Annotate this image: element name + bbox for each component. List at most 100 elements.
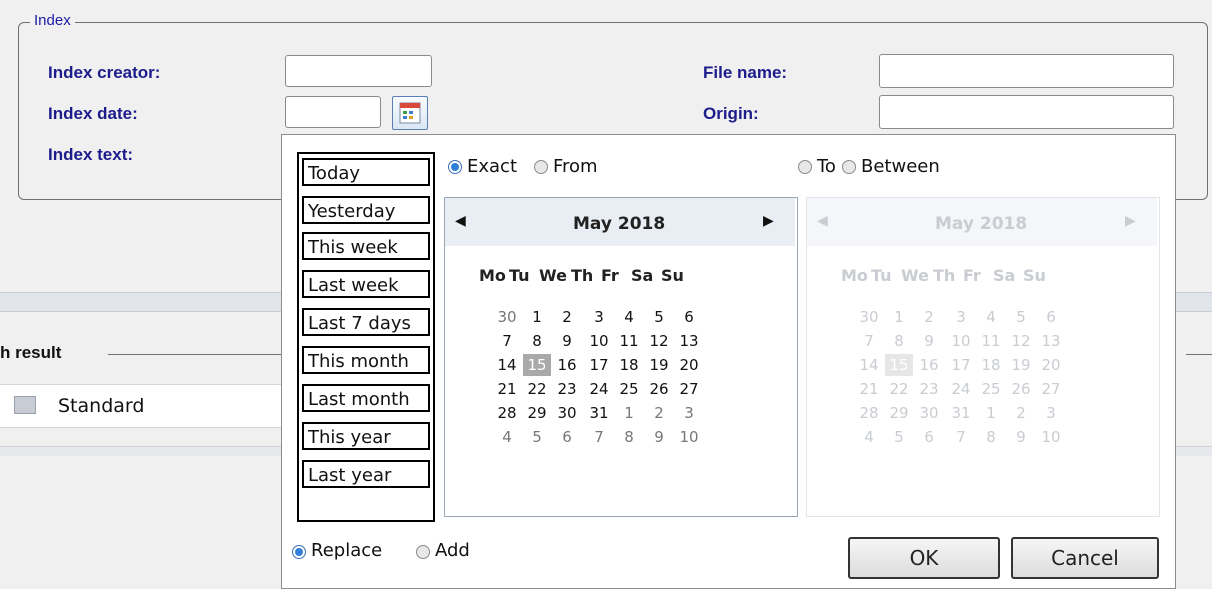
calendar-day: 16 bbox=[919, 356, 939, 374]
calendar-day: 31 bbox=[951, 404, 971, 422]
search-result-rule-right bbox=[1186, 354, 1212, 355]
calendar-day[interactable]: 2 bbox=[645, 404, 673, 422]
preset-last-month[interactable]: Last month bbox=[302, 384, 430, 412]
preset-last-year[interactable]: Last year bbox=[302, 460, 430, 488]
calendar-day[interactable]: 9 bbox=[553, 332, 581, 350]
calendar-day[interactable]: 3 bbox=[585, 308, 613, 326]
weekday-header: Fr bbox=[601, 266, 619, 285]
calendar-day: 30 bbox=[859, 308, 879, 326]
ok-button[interactable]: OK bbox=[848, 537, 1000, 579]
calendar-day: 11 bbox=[981, 332, 1001, 350]
calendar-day: 7 bbox=[864, 332, 874, 350]
calendar-day[interactable]: 4 bbox=[615, 308, 643, 326]
weekday-header: Mo bbox=[479, 266, 506, 285]
calendar-day[interactable]: 22 bbox=[523, 380, 551, 398]
calendar-day[interactable]: 28 bbox=[493, 404, 521, 422]
calendar-day[interactable]: 19 bbox=[645, 356, 673, 374]
calendar-day[interactable]: 1 bbox=[523, 308, 551, 326]
weekday-header: Mo bbox=[841, 266, 868, 285]
calendar-day: 3 bbox=[956, 308, 966, 326]
calendar-day: 6 bbox=[924, 428, 934, 446]
calendar-day[interactable]: 18 bbox=[615, 356, 643, 374]
calendar-day: 9 bbox=[1016, 428, 1026, 446]
calendar-day[interactable]: 24 bbox=[585, 380, 613, 398]
result-view-row[interactable] bbox=[0, 384, 290, 428]
calendar-day[interactable]: 10 bbox=[585, 332, 613, 350]
add-radio[interactable] bbox=[416, 545, 430, 559]
calendar-day: 25 bbox=[981, 380, 1001, 398]
calendar-day: 10 bbox=[951, 332, 971, 350]
cancel-button[interactable]: Cancel bbox=[1011, 537, 1159, 579]
weekday-header: We bbox=[901, 266, 929, 285]
calendar-day[interactable]: 17 bbox=[585, 356, 613, 374]
file-name-input[interactable] bbox=[879, 54, 1174, 88]
weekday-header: Sa bbox=[993, 266, 1016, 285]
weekday-header: Tu bbox=[509, 266, 530, 285]
calendar-day[interactable]: 29 bbox=[523, 404, 551, 422]
calendar-day[interactable]: 13 bbox=[675, 332, 703, 350]
calendar-day[interactable]: 25 bbox=[615, 380, 643, 398]
calendar-day[interactable]: 16 bbox=[553, 356, 581, 374]
next-month-arrow-icon[interactable]: ▶ bbox=[763, 213, 774, 229]
calendar-month-title: May 2018 bbox=[573, 214, 666, 234]
calendar-day[interactable]: 9 bbox=[645, 428, 673, 446]
mode-exact-label: Exact bbox=[467, 156, 518, 177]
calendar-day[interactable]: 7 bbox=[585, 428, 613, 446]
mode-to-label: To bbox=[817, 156, 836, 177]
preset-this-week[interactable]: This week bbox=[302, 232, 430, 260]
calendar-day[interactable]: 1 bbox=[615, 404, 643, 422]
calendar-day[interactable]: 30 bbox=[553, 404, 581, 422]
calendar-day[interactable]: 5 bbox=[523, 428, 551, 446]
calendar-day[interactable]: 5 bbox=[645, 308, 673, 326]
calendar-day[interactable]: 15 bbox=[523, 354, 551, 376]
preset-today[interactable]: Today bbox=[302, 158, 430, 186]
preset-this-year[interactable]: This year bbox=[302, 422, 430, 450]
calendar-day[interactable]: 20 bbox=[675, 356, 703, 374]
index-date-input[interactable] bbox=[285, 96, 381, 128]
index-creator-input[interactable] bbox=[285, 55, 432, 87]
calendar-day[interactable]: 3 bbox=[675, 404, 703, 422]
calendar-day[interactable]: 21 bbox=[493, 380, 521, 398]
file-name-label: File name: bbox=[703, 63, 788, 82]
mode-to-radio[interactable] bbox=[798, 160, 812, 174]
calendar-day[interactable]: 4 bbox=[493, 428, 521, 446]
preset-this-month[interactable]: This month bbox=[302, 346, 430, 374]
calendar-day[interactable]: 12 bbox=[645, 332, 673, 350]
calendar-day: 19 bbox=[1011, 356, 1031, 374]
add-label: Add bbox=[435, 540, 470, 561]
calendar-day[interactable]: 14 bbox=[493, 356, 521, 374]
calendar-day[interactable]: 23 bbox=[553, 380, 581, 398]
calendar-day[interactable]: 11 bbox=[615, 332, 643, 350]
calendar-day: 2 bbox=[1016, 404, 1026, 422]
calendar-day[interactable]: 27 bbox=[675, 380, 703, 398]
view-icon bbox=[14, 396, 36, 414]
calendar-day[interactable]: 6 bbox=[675, 308, 703, 326]
index-date-label: Index date: bbox=[48, 104, 138, 123]
preset-last-week[interactable]: Last week bbox=[302, 270, 430, 298]
prev-month-arrow-icon[interactable]: ◀ bbox=[455, 213, 466, 229]
calendar-picker-button[interactable] bbox=[392, 96, 428, 130]
index-text-label: Index text: bbox=[48, 145, 134, 164]
preset-yesterday[interactable]: Yesterday bbox=[302, 196, 430, 224]
calendar-day[interactable]: 8 bbox=[615, 428, 643, 446]
next-month-arrow-icon: ▶ bbox=[1125, 213, 1136, 229]
calendar-day[interactable]: 8 bbox=[523, 332, 551, 350]
calendar-day: 27 bbox=[1041, 380, 1061, 398]
calendar-day[interactable]: 31 bbox=[585, 404, 613, 422]
mode-between-radio[interactable] bbox=[842, 160, 856, 174]
calendar-day: 5 bbox=[894, 428, 904, 446]
calendar-day[interactable]: 10 bbox=[675, 428, 703, 446]
calendar-day[interactable]: 30 bbox=[493, 308, 521, 326]
replace-radio[interactable] bbox=[292, 545, 306, 559]
weekday-header: Th bbox=[571, 266, 594, 285]
calendar-day[interactable]: 6 bbox=[553, 428, 581, 446]
mode-exact-radio[interactable] bbox=[448, 160, 462, 174]
calendar-month-title: May 2018 bbox=[935, 214, 1028, 234]
calendar-day[interactable]: 2 bbox=[553, 308, 581, 326]
calendar-day[interactable]: 7 bbox=[493, 332, 521, 350]
preset-last-7-days[interactable]: Last 7 days bbox=[302, 308, 430, 336]
origin-input[interactable] bbox=[879, 95, 1174, 129]
mode-from-radio[interactable] bbox=[534, 160, 548, 174]
calendar-day: 17 bbox=[951, 356, 971, 374]
calendar-day[interactable]: 26 bbox=[645, 380, 673, 398]
